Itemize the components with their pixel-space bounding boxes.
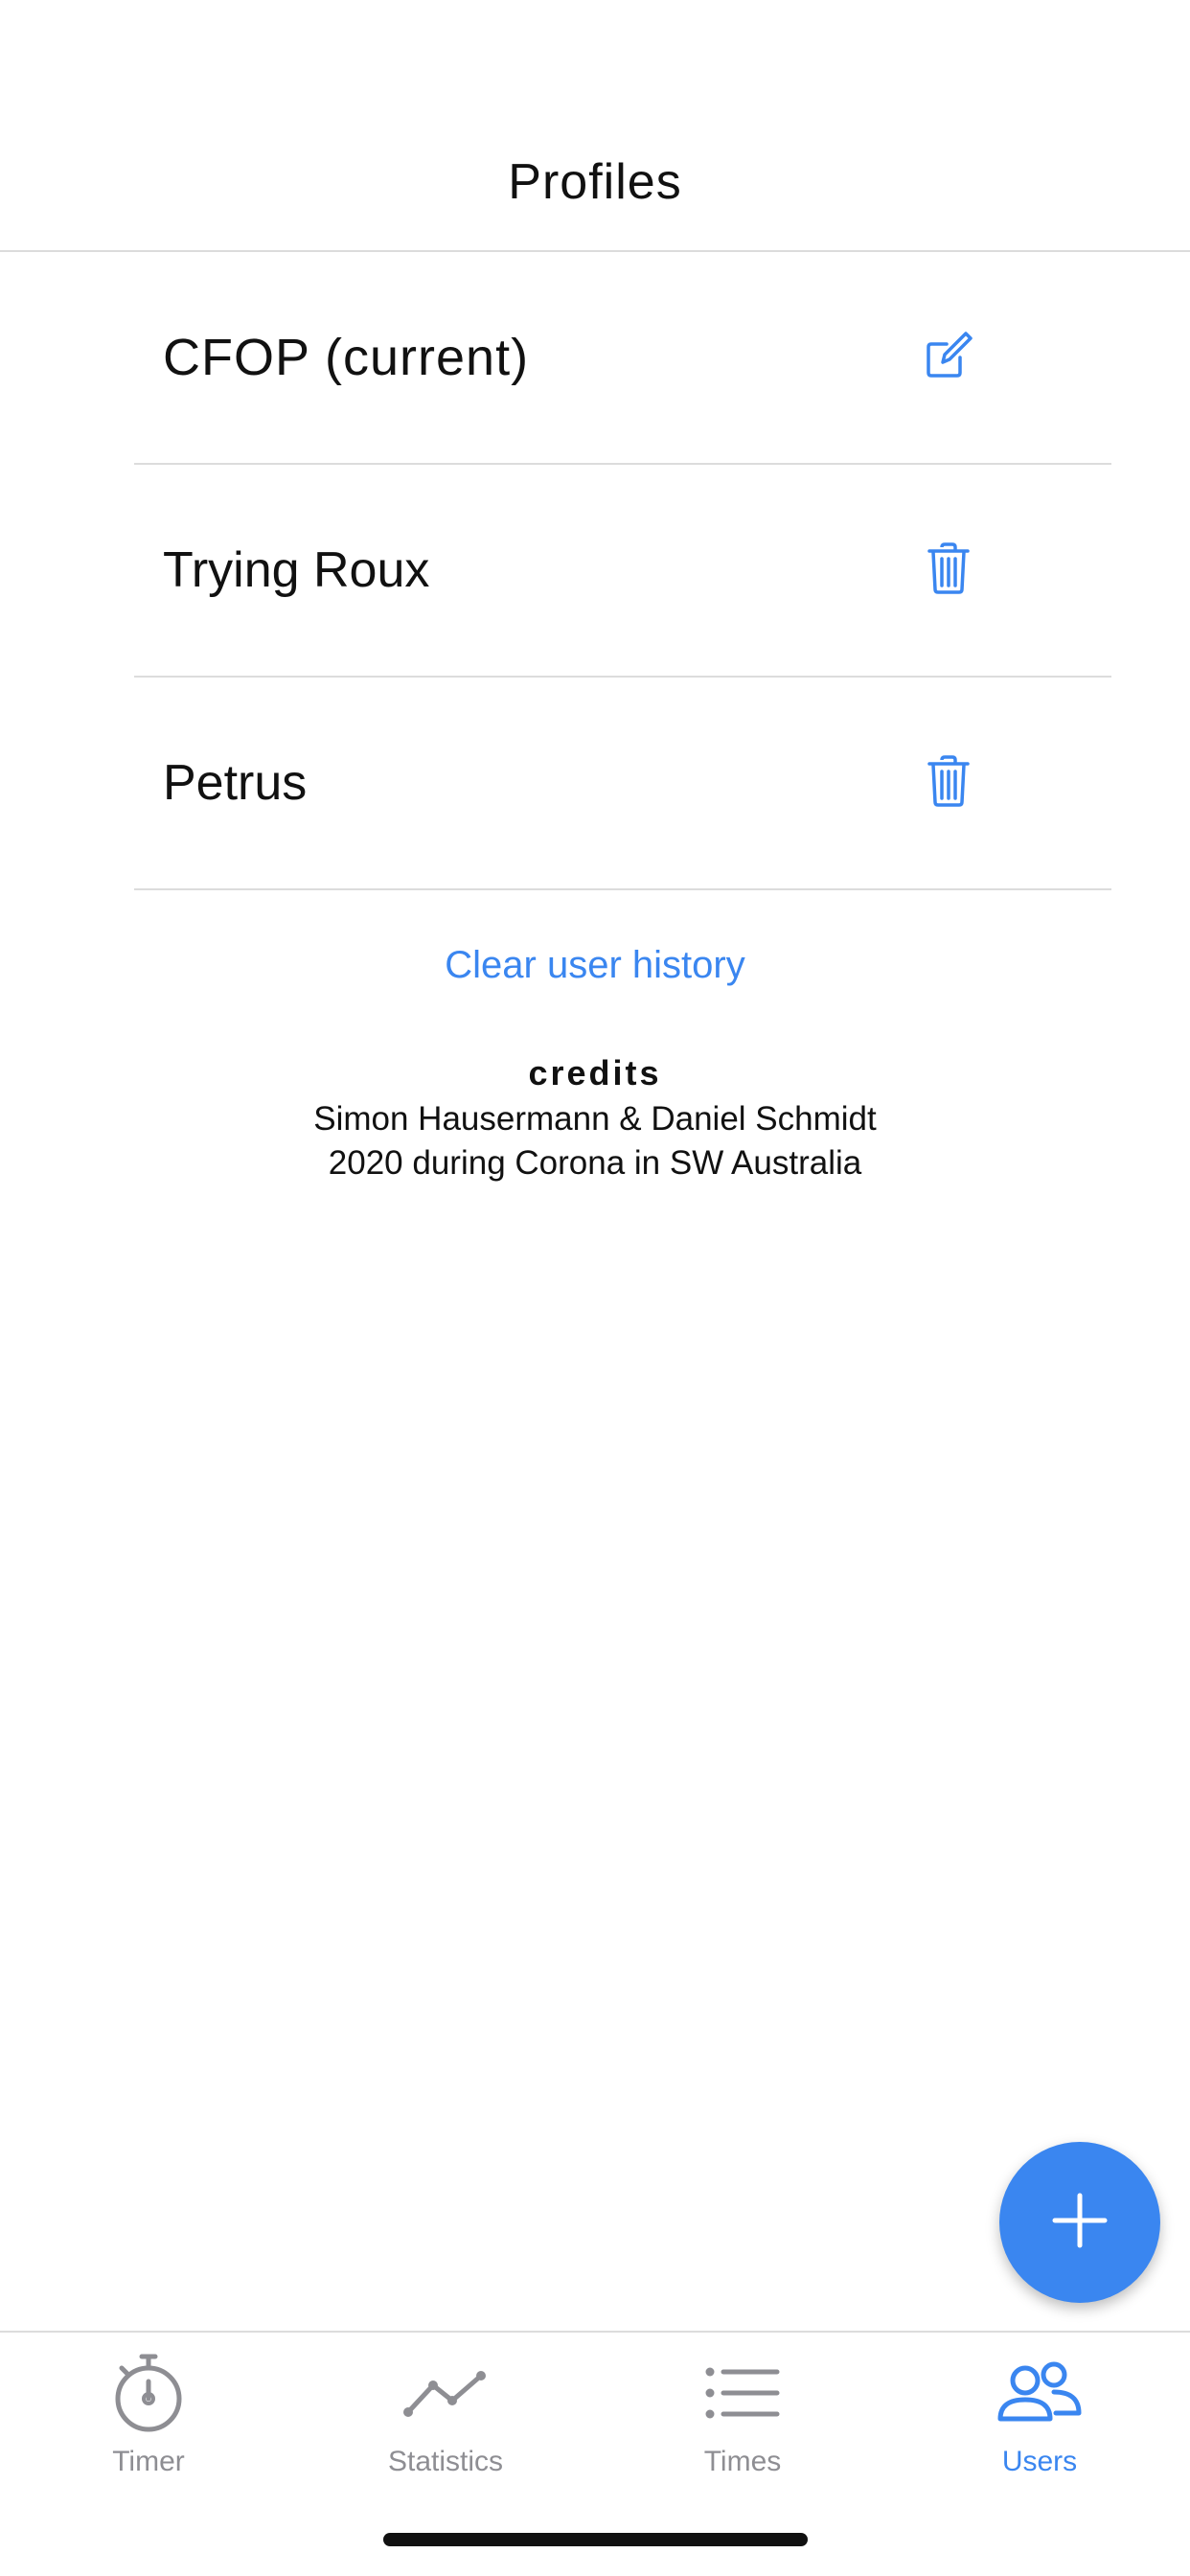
profile-name: Petrus — [163, 755, 308, 811]
tab-users[interactable]: Users — [891, 2352, 1188, 2505]
stopwatch-icon — [110, 2353, 187, 2438]
profile-name: Trying Roux — [163, 542, 430, 598]
delete-profile-button[interactable] — [920, 754, 977, 812]
tab-label: Times — [703, 2446, 782, 2477]
credits-note: 2020 during Corona in SW Australia — [328, 1144, 862, 1182]
credits-title: credits — [528, 1053, 662, 1092]
list-icon — [704, 2364, 781, 2426]
header: Profiles — [0, 0, 1190, 252]
profile-row-petrus[interactable]: Petrus — [134, 678, 1111, 890]
profiles-screen: Profiles CFOP (current) Trying Roux Petr… — [0, 0, 1190, 2576]
tab-timer[interactable]: Timer — [0, 2352, 297, 2505]
profile-row-cfop[interactable]: CFOP (current) — [134, 252, 1111, 465]
delete-profile-button[interactable] — [920, 541, 977, 599]
home-indicator[interactable] — [383, 2533, 808, 2546]
trash-icon — [927, 541, 970, 599]
edit-icon — [924, 331, 973, 385]
profile-list: CFOP (current) Trying Roux Petrus — [134, 252, 1111, 890]
tab-label: Users — [1001, 2446, 1078, 2477]
line-chart-icon — [402, 2364, 489, 2426]
credits: credits Simon Hausermann & Daniel Schmid… — [0, 1049, 1190, 1185]
tab-label: Statistics — [387, 2446, 504, 2477]
page-title: Profiles — [508, 154, 682, 210]
plus-icon — [1051, 2192, 1109, 2254]
tab-label: Timer — [112, 2446, 185, 2477]
clear-user-history-button[interactable]: Clear user history — [0, 944, 1190, 987]
profile-row-roux[interactable]: Trying Roux — [134, 465, 1111, 678]
trash-icon — [927, 754, 970, 812]
tab-times[interactable]: Times — [594, 2352, 891, 2505]
users-icon — [996, 2361, 1083, 2429]
add-profile-button[interactable] — [999, 2142, 1160, 2303]
tab-statistics[interactable]: Statistics — [297, 2352, 594, 2505]
profile-name: CFOP (current) — [163, 329, 530, 386]
credits-authors: Simon Hausermann & Daniel Schmidt — [313, 1100, 877, 1138]
edit-profile-button[interactable] — [920, 329, 977, 386]
